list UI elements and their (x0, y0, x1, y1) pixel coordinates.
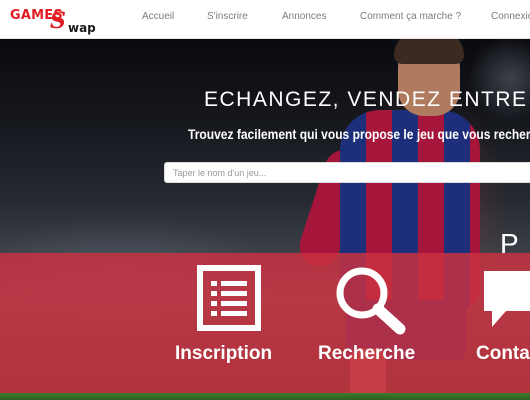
nav-item-accueil[interactable]: Accueil (142, 11, 174, 22)
feature-contact-label: Contact (476, 343, 530, 364)
nav-item-comment-ca-marche[interactable]: Comment ça marche ? (360, 11, 461, 22)
nav-item-annonces[interactable]: Annonces (282, 11, 326, 22)
top-navbar: GAMES S wap Accueil S'inscrire Annonces … (0, 0, 530, 39)
form-list-icon (197, 265, 261, 331)
hero-banner: ECHANGEZ, VENDEZ ENTRE Trouvez facilemen… (0, 38, 530, 400)
hero-subtitle: Trouvez facilement qui vous propose le j… (188, 126, 530, 142)
game-search-input[interactable] (164, 162, 530, 183)
chat-bubble-icon (484, 271, 530, 327)
hero-title: ECHANGEZ, VENDEZ ENTRE (204, 88, 528, 111)
games-swap-logo[interactable]: GAMES S wap (10, 8, 102, 35)
magnifier-icon (336, 267, 406, 335)
pitch-grass-strip (0, 393, 530, 400)
feature-recherche-label: Recherche (318, 343, 416, 364)
nav-item-sinscrire[interactable]: S'inscrire (207, 11, 248, 22)
logo-s-letter: S (50, 8, 66, 34)
features-band: Inscription Recherche Contact (0, 253, 530, 393)
feature-inscription-label: Inscription (175, 343, 273, 364)
logo-wap-text: wap (68, 21, 96, 35)
nav-item-connexion[interactable]: Connexion (491, 11, 530, 22)
